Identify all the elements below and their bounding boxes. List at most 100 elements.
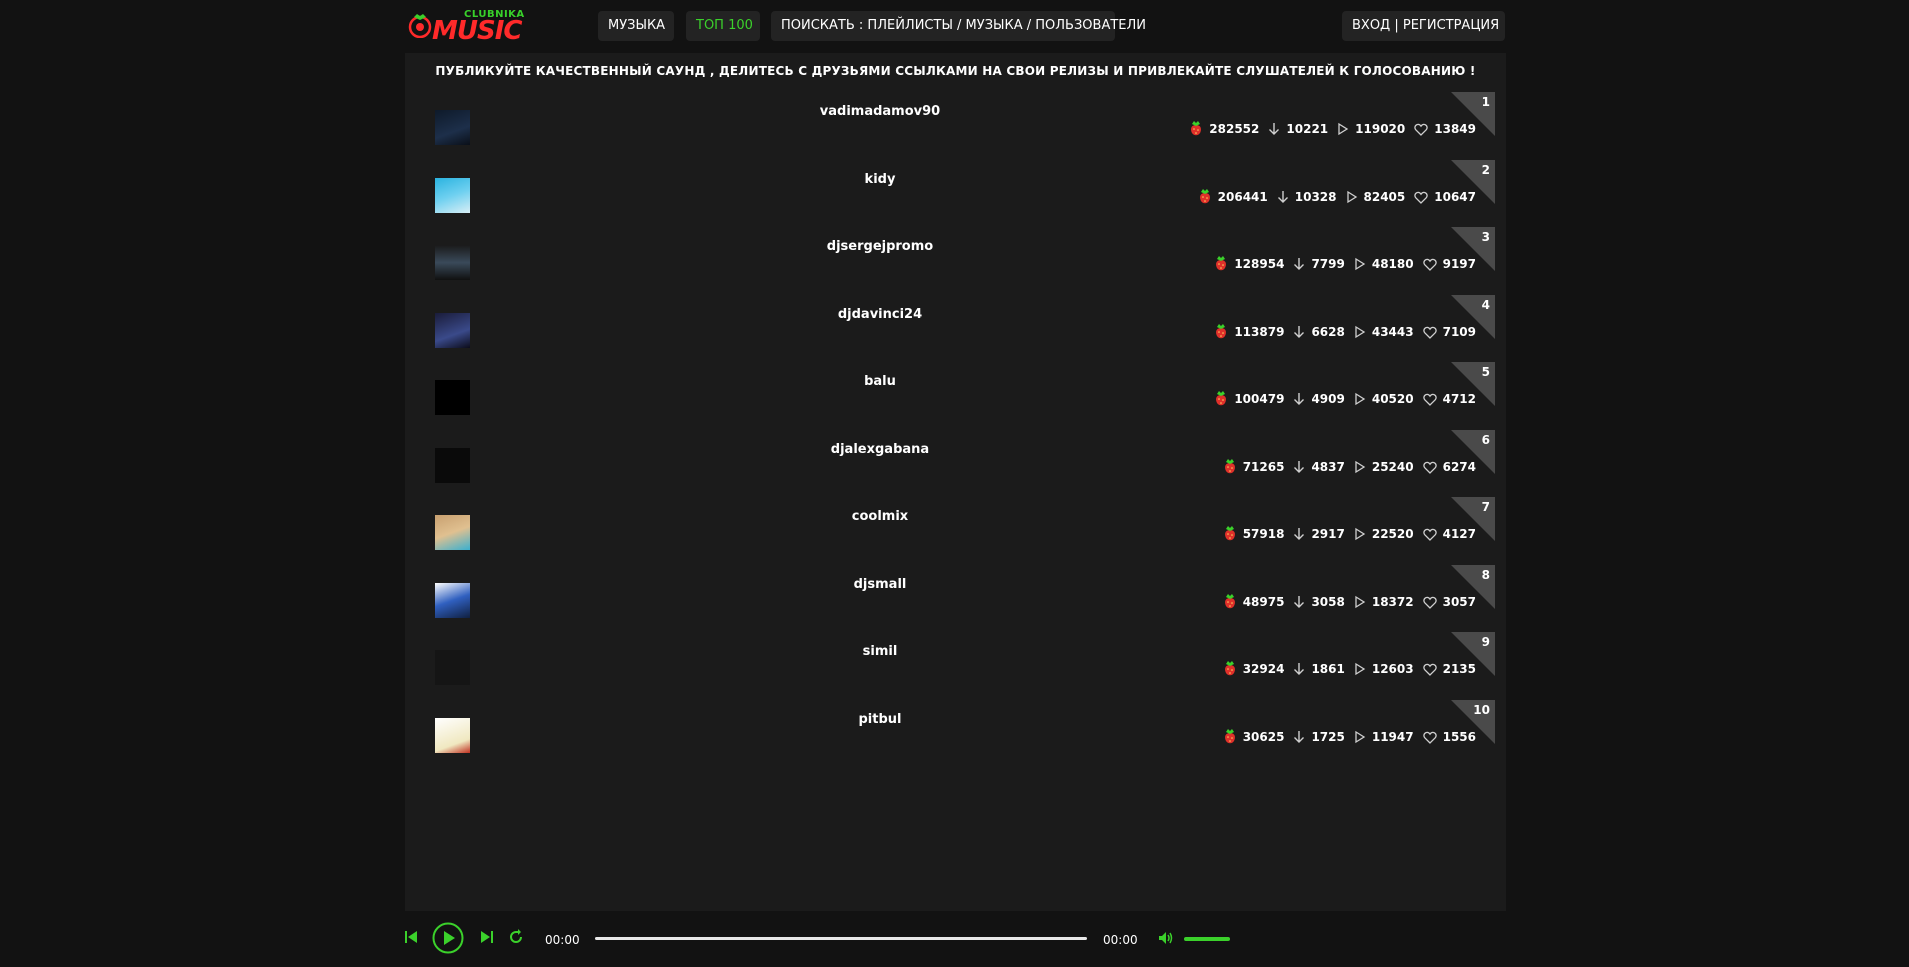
heart-outline-icon <box>1422 258 1437 271</box>
avatar[interactable] <box>435 313 470 348</box>
volume-slider[interactable] <box>1184 937 1230 941</box>
play-icon[interactable] <box>432 922 464 954</box>
berries-count: 32924 <box>1242 662 1285 676</box>
promo-banner: ПУБЛИКУЙТЕ КАЧЕСТВЕННЫЙ САУНД , ДЕЛИТЕСЬ… <box>435 64 1476 78</box>
downloads-count: 1725 <box>1311 730 1345 744</box>
berries-stat: 206441 <box>1198 189 1268 205</box>
site-logo[interactable]: CLUBNIKA MUSIC <box>408 8 524 45</box>
header: CLUBNIKA MUSIC МУЗЫКА ТОП 100 ПОИСКАТЬ :… <box>0 0 1909 52</box>
play-outline-icon <box>1355 662 1366 676</box>
downloads-stat: 7799 <box>1293 257 1345 271</box>
downloads-count: 10221 <box>1286 122 1329 136</box>
username-link[interactable]: djalexgabana <box>705 442 1055 457</box>
avatar[interactable] <box>435 245 470 280</box>
berries-stat: 48975 <box>1223 594 1284 610</box>
download-arrow-icon <box>1294 731 1305 743</box>
rank-badge: 8 <box>1451 565 1495 609</box>
downloads-stat: 6628 <box>1293 325 1345 339</box>
rank-number: 9 <box>1481 635 1490 649</box>
top100-panel: ПУБЛИКУЙТЕ КАЧЕСТВЕННЫЙ САУНД , ДЕЛИТЕСЬ… <box>405 53 1506 911</box>
username-link[interactable]: djdavinci24 <box>705 307 1055 322</box>
username-link[interactable]: kidy <box>705 172 1055 187</box>
username-link[interactable]: balu <box>705 374 1055 389</box>
rank-number: 6 <box>1481 433 1490 447</box>
plays-stat: 40520 <box>1354 392 1414 406</box>
play-outline-icon <box>1355 730 1366 744</box>
repeat-icon[interactable] <box>508 929 524 945</box>
user-stats: 71265 4837 25240 6274 <box>1214 459 1476 475</box>
play-outline-icon <box>1355 527 1366 541</box>
strawberry-icon <box>1199 189 1210 204</box>
berries-stat: 32924 <box>1223 661 1285 677</box>
play-outline-icon <box>1355 325 1366 339</box>
rank-badge: 3 <box>1451 227 1495 271</box>
avatar[interactable] <box>435 110 470 145</box>
nav-search[interactable]: ПОИСКАТЬ : ПЛЕЙЛИСТЫ / МУЗЫКА / ПОЛЬЗОВА… <box>771 11 1146 41</box>
nav-top100[interactable]: ТОП 100 <box>686 11 760 41</box>
strawberry-icon <box>1224 526 1235 541</box>
previous-track-icon[interactable] <box>404 929 418 945</box>
plays-stat: 12603 <box>1354 662 1414 676</box>
plays-count: 18372 <box>1371 595 1414 609</box>
rank-badge: 2 <box>1451 160 1495 204</box>
username-link[interactable]: djsergejpromo <box>705 239 1055 254</box>
downloads-stat: 10328 <box>1277 190 1337 204</box>
downloads-stat: 4837 <box>1293 460 1345 474</box>
heart-outline-icon <box>1422 731 1437 744</box>
next-track-icon[interactable] <box>480 929 494 945</box>
plays-stat: 25240 <box>1354 460 1414 474</box>
username-link[interactable]: djsmall <box>705 577 1055 592</box>
downloads-count: 1861 <box>1311 662 1345 676</box>
downloads-count: 4837 <box>1311 460 1345 474</box>
rank-number: 10 <box>1473 703 1490 717</box>
username-link[interactable]: simil <box>705 644 1055 659</box>
nav-music[interactable]: МУЗЫКА <box>598 11 674 41</box>
downloads-count: 2917 <box>1311 527 1345 541</box>
berries-count: 57918 <box>1242 527 1285 541</box>
berries-stat: 282552 <box>1189 121 1259 137</box>
avatar[interactable] <box>435 380 470 415</box>
plays-count: 82405 <box>1363 190 1406 204</box>
download-arrow-icon <box>1294 528 1305 540</box>
user-stats: 32924 1861 12603 2135 <box>1214 661 1476 677</box>
strawberry-icon <box>1191 121 1202 136</box>
username-link[interactable]: coolmix <box>705 509 1055 524</box>
plays-count: 48180 <box>1371 257 1414 271</box>
strawberry-icon <box>1216 391 1227 406</box>
plays-stat: 18372 <box>1354 595 1414 609</box>
avatar[interactable] <box>435 583 470 618</box>
login-register-button[interactable]: ВХОД | РЕГИСТРАЦИЯ <box>1342 11 1505 41</box>
plays-count: 11947 <box>1371 730 1414 744</box>
avatar[interactable] <box>435 718 470 753</box>
play-outline-icon <box>1355 257 1366 271</box>
avatar[interactable] <box>435 178 470 213</box>
avatar[interactable] <box>435 515 470 550</box>
heart-outline-icon <box>1414 191 1428 204</box>
heart-outline-icon <box>1422 393 1437 406</box>
downloads-stat: 4909 <box>1293 392 1345 406</box>
username-link[interactable]: pitbul <box>705 712 1055 727</box>
strawberry-icon <box>1224 661 1235 676</box>
berries-count: 128954 <box>1234 257 1285 271</box>
heart-outline-icon <box>1422 663 1437 676</box>
avatar[interactable] <box>435 448 470 483</box>
user-stats: 206441 10328 82405 10647 <box>1189 189 1476 205</box>
berries-stat: 128954 <box>1214 256 1284 272</box>
downloads-count: 6628 <box>1311 325 1345 339</box>
avatar[interactable] <box>435 650 470 685</box>
berries-count: 282552 <box>1209 122 1260 136</box>
username-link[interactable]: vadimadamov90 <box>705 104 1055 119</box>
play-outline-icon <box>1355 595 1366 609</box>
user-stats: 48975 3058 18372 3057 <box>1214 594 1476 610</box>
volume-icon[interactable] <box>1158 931 1174 945</box>
play-outline-icon <box>1355 392 1366 406</box>
total-time: 00:00 <box>1103 933 1138 947</box>
track-progress-bar[interactable] <box>595 937 1087 940</box>
heart-outline-icon <box>1422 326 1437 339</box>
rank-number: 8 <box>1481 568 1490 582</box>
play-outline-icon <box>1338 122 1349 136</box>
download-arrow-icon <box>1294 393 1305 405</box>
play-outline-icon <box>1355 460 1366 474</box>
download-arrow-icon <box>1294 461 1305 473</box>
ranking-row[interactable]: pitbul 30625 1725 11947 1556 10 <box>405 700 1506 782</box>
